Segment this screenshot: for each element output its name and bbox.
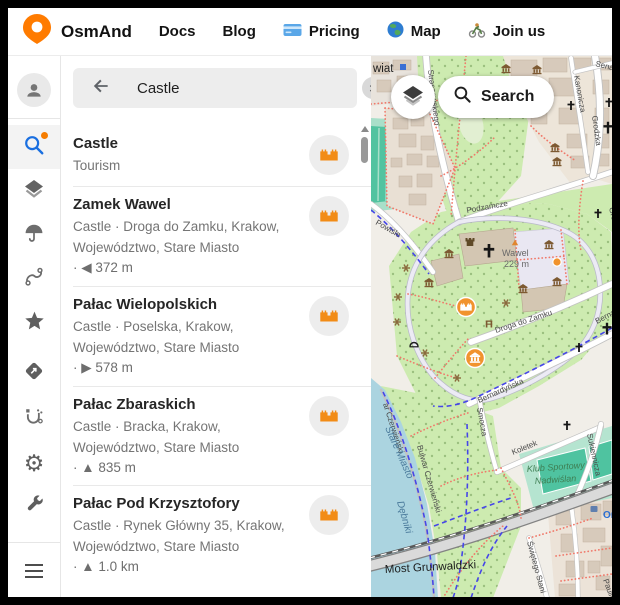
- layers-icon: [22, 177, 46, 206]
- result-distance: · ▶ 578 m: [73, 360, 301, 376]
- result-title: Zamek Wawel: [73, 196, 301, 213]
- scrollbar-thumb[interactable]: [361, 137, 368, 163]
- castle-marker-icon: [457, 298, 476, 317]
- search-panel: × Castle Tourism: [61, 56, 371, 597]
- map-layers-button[interactable]: [391, 75, 435, 119]
- castle-poi-icon: [309, 135, 349, 175]
- layers-icon: [400, 82, 426, 113]
- castle-poi-icon: [309, 396, 349, 436]
- map-label: 229 m: [504, 259, 529, 269]
- sidebar-item-plan-route[interactable]: [8, 397, 60, 441]
- scroll-up-icon[interactable]: [361, 126, 369, 132]
- search-icon: [453, 85, 472, 109]
- sidebar-divider: [8, 118, 60, 119]
- result-subtitle: Castle · Poselska, Krakow,: [73, 316, 301, 337]
- poi-dot-icon: [553, 258, 561, 266]
- map-search-button[interactable]: Search: [438, 76, 554, 118]
- search-result-item[interactable]: Castle Tourism: [61, 126, 371, 186]
- brand[interactable]: OsmAnd: [22, 13, 132, 50]
- directions-icon: [23, 360, 45, 387]
- map-canvas[interactable]: wiatStraszewskiegoSenaKanoniczaGrodzkaGr…: [371, 56, 612, 597]
- result-distance: · ▲ 835 m: [73, 460, 301, 475]
- nav-pricing[interactable]: Pricing: [283, 23, 360, 41]
- sidebar-item-layers[interactable]: [8, 169, 60, 213]
- sidebar-item-account[interactable]: [8, 68, 60, 112]
- result-title: Pałac Wielopolskich: [73, 296, 301, 313]
- umbrella-icon: [23, 222, 45, 249]
- map-label: Wawel: [502, 248, 529, 258]
- brand-name: OsmAnd: [61, 22, 132, 42]
- plan-route-icon: [23, 406, 45, 433]
- search-result-item[interactable]: Zamek Wawel Castle · Droga do Zamku, Kra…: [61, 187, 371, 286]
- result-subtitle: Tourism: [73, 155, 301, 176]
- result-title: Castle: [73, 135, 301, 152]
- map-view[interactable]: wiatStraszewskiegoSenaKanoniczaGrodzkaGr…: [371, 56, 612, 597]
- back-arrow-icon[interactable]: [91, 76, 111, 101]
- sidebar-item-tracks[interactable]: [8, 257, 60, 301]
- result-subtitle: Castle · Rynek Główny 35, Krakow,: [73, 515, 301, 536]
- star-icon: [23, 309, 46, 337]
- result-subtitle: Castle · Droga do Zamku, Krakow,: [73, 216, 301, 237]
- globe-icon: [387, 21, 404, 42]
- castle-poi-icon: [309, 296, 349, 336]
- credit-card-icon: [283, 23, 302, 41]
- app-window: OsmAnd Docs Blog Pricing Map Join us: [8, 8, 612, 597]
- castle-poi-icon: [309, 495, 349, 535]
- route-icon: [23, 266, 45, 293]
- nav-docs[interactable]: Docs: [159, 23, 196, 40]
- cyclist-icon: [468, 22, 486, 42]
- tram-stop-icon: [591, 506, 598, 512]
- sidebar-item-navigation[interactable]: [8, 351, 60, 395]
- sidebar-item-favorites[interactable]: [8, 301, 60, 345]
- sidebar-item-utilities[interactable]: [8, 485, 60, 529]
- sidebar-item-menu[interactable]: [8, 549, 60, 593]
- result-title: Pałac Pod Krzysztofory: [73, 495, 301, 512]
- tower-icon: [466, 238, 475, 246]
- map-search-label: Search: [481, 88, 534, 106]
- search-result-item[interactable]: Pałac Zbaraskich Castle · Bracka, Krakow…: [61, 387, 371, 485]
- notification-dot: [41, 132, 48, 139]
- clear-search-button[interactable]: ×: [362, 77, 371, 99]
- sidebar-item-search[interactable]: [8, 125, 60, 169]
- sidebar-divider: [8, 542, 60, 543]
- result-distance: · ◀ 372 m: [73, 260, 301, 276]
- account-icon: [17, 73, 51, 107]
- sidebar-item-weather[interactable]: [8, 213, 60, 257]
- result-distance: · ▲ 1.0 km: [73, 559, 301, 574]
- wrench-icon: [24, 494, 45, 520]
- nav-join-us[interactable]: Join us: [468, 22, 546, 42]
- search-results: Castle Tourism Zamek Wawel Castle · Drog…: [61, 126, 371, 584]
- castle-poi-icon: [309, 196, 349, 236]
- top-navbar: OsmAnd Docs Blog Pricing Map Join us: [8, 8, 612, 56]
- result-subtitle: Castle · Bracka, Krakow,: [73, 416, 301, 437]
- left-sidebar: ⚙: [8, 56, 61, 597]
- search-input[interactable]: [135, 79, 338, 98]
- sidebar-item-settings[interactable]: ⚙: [8, 441, 60, 485]
- result-title: Pałac Zbaraskich: [73, 396, 301, 413]
- osmand-logo-icon: [22, 13, 52, 50]
- nav-map[interactable]: Map: [387, 21, 441, 42]
- museum-marker-icon: [466, 349, 485, 368]
- map-label: Or: [603, 510, 612, 521]
- map-label: wiat: [372, 63, 394, 75]
- nav-blog[interactable]: Blog: [223, 23, 256, 40]
- search-bar[interactable]: ×: [73, 68, 357, 108]
- search-result-item[interactable]: Pałac Pod Krzysztofory Castle · Rynek Gł…: [61, 486, 371, 584]
- menu-icon: [25, 564, 43, 578]
- gear-icon: ⚙: [24, 452, 45, 475]
- panel-scrollbar[interactable]: [360, 126, 369, 163]
- search-result-item[interactable]: Pałac Wielopolskich Castle · Poselska, K…: [61, 287, 371, 386]
- blue-square-icon: [400, 64, 406, 70]
